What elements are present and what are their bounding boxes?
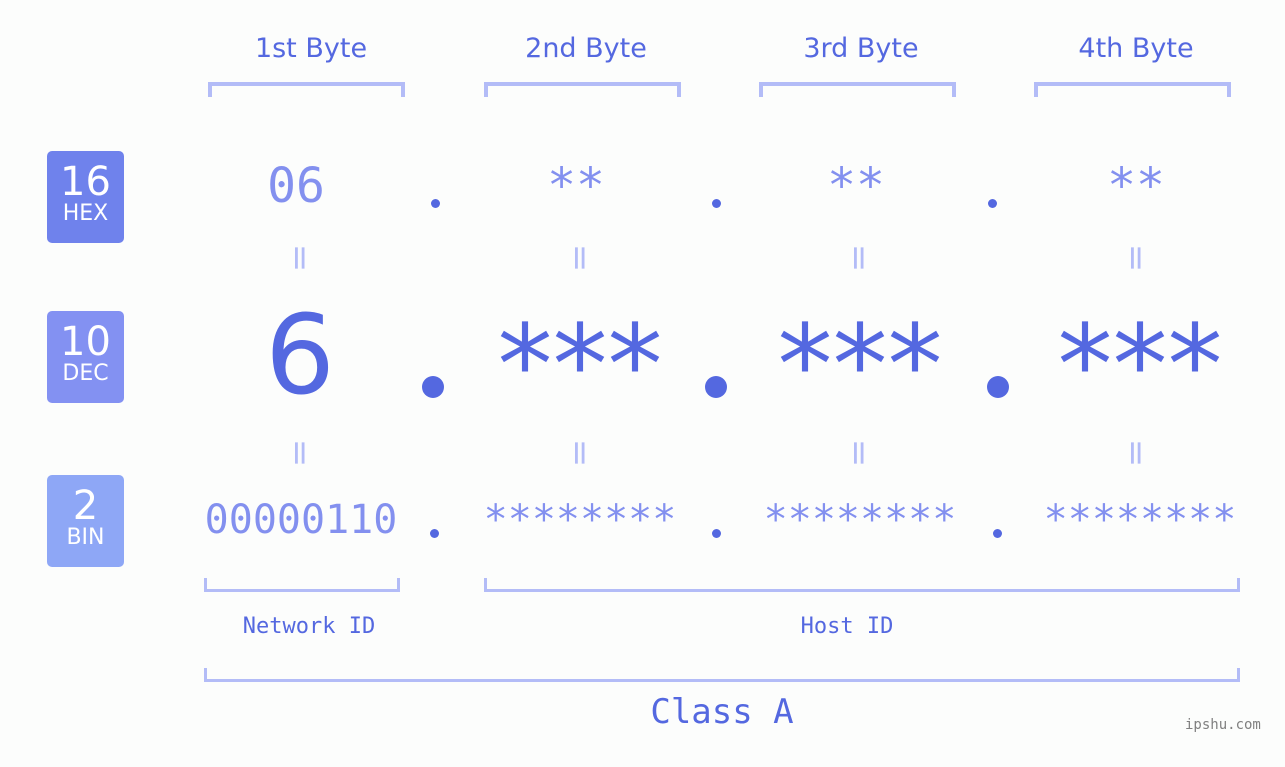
dec-value-4: *** — [1057, 301, 1223, 429]
hex-badge: 16 HEX — [47, 151, 124, 243]
bin-dot-3 — [993, 529, 1002, 538]
bin-value-3: ******** — [763, 497, 957, 543]
hex-dot-2 — [712, 199, 721, 208]
dec-badge-number: 10 — [60, 319, 111, 365]
dec-value-2: *** — [497, 301, 663, 429]
equals-icon: = — [560, 438, 600, 468]
hex-value-4: ** — [1107, 158, 1165, 214]
bin-value-1: 00000110 — [204, 497, 398, 543]
equals-icon: = — [560, 243, 600, 273]
class-label: Class A — [650, 692, 794, 732]
byte-bracket-1 — [208, 82, 405, 97]
dec-badge: 10 DEC — [47, 311, 124, 403]
equals-icon: = — [839, 243, 879, 273]
dec-value-1: 6 — [265, 291, 335, 419]
hex-value-1: 06 — [267, 158, 325, 214]
bin-dot-1 — [430, 529, 439, 538]
hex-dot-3 — [988, 199, 997, 208]
dec-badge-label: DEC — [62, 361, 109, 386]
dec-value-3: *** — [777, 301, 943, 429]
bin-badge-number: 2 — [72, 483, 99, 529]
equals-icon: = — [280, 438, 320, 468]
hex-badge-label: HEX — [62, 201, 109, 226]
dec-dot-1 — [422, 376, 444, 398]
bin-dot-2 — [712, 529, 721, 538]
byte-header-1: 1st Byte — [254, 33, 368, 64]
bin-badge-label: BIN — [66, 525, 105, 550]
host-id-bracket — [484, 578, 1240, 592]
network-id-label: Network ID — [242, 614, 376, 639]
network-id-bracket — [204, 578, 400, 592]
dec-dot-2 — [705, 376, 727, 398]
host-id-label: Host ID — [800, 614, 894, 639]
hex-value-2: ** — [547, 158, 605, 214]
bin-value-4: ******** — [1043, 497, 1237, 543]
hex-badge-number: 16 — [60, 159, 111, 205]
byte-bracket-2 — [484, 82, 681, 97]
bin-value-2: ******** — [483, 497, 677, 543]
equals-icon: = — [839, 438, 879, 468]
bin-badge: 2 BIN — [47, 475, 124, 567]
byte-bracket-3 — [759, 82, 956, 97]
hex-value-3: ** — [827, 158, 885, 214]
hex-dot-1 — [431, 199, 440, 208]
equals-icon: = — [1116, 243, 1156, 273]
dec-dot-3 — [987, 376, 1009, 398]
byte-bracket-4 — [1034, 82, 1231, 97]
equals-icon: = — [1116, 438, 1156, 468]
equals-icon: = — [280, 243, 320, 273]
byte-header-4: 4th Byte — [1078, 33, 1194, 64]
byte-header-3: 3rd Byte — [803, 33, 919, 64]
byte-header-2: 2nd Byte — [525, 33, 647, 64]
class-bracket — [204, 668, 1240, 682]
watermark: ipshu.com — [1185, 717, 1261, 733]
